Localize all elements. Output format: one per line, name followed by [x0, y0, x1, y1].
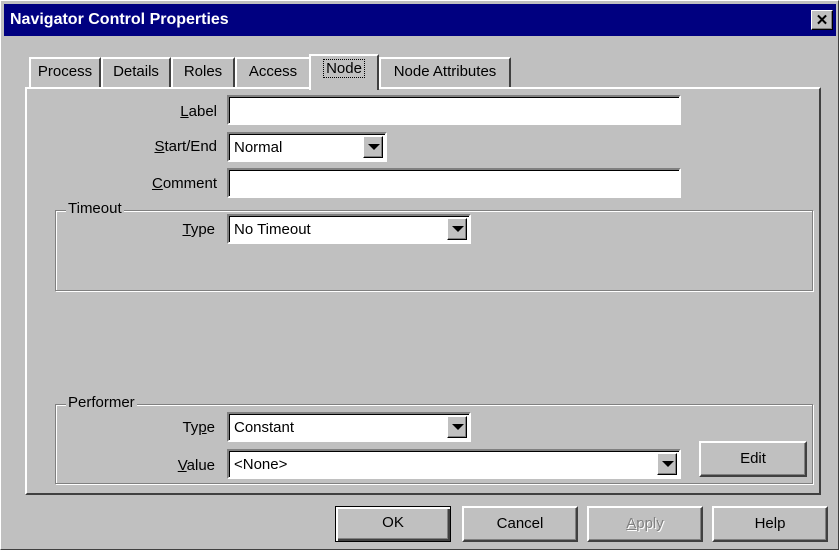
close-button[interactable]: ✕ — [811, 10, 833, 30]
performer-type-select[interactable]: Constant — [227, 412, 471, 442]
performer-type-label: Type — [182, 419, 215, 436]
tab-details[interactable]: Details — [101, 57, 171, 87]
cancel-button[interactable]: Cancel — [462, 506, 578, 542]
tab-roles[interactable]: Roles — [171, 57, 235, 87]
start-end-value: Normal — [234, 139, 283, 156]
label-input[interactable] — [227, 95, 681, 125]
apply-button[interactable]: Apply — [587, 506, 703, 542]
tab-process[interactable]: Process — [29, 57, 101, 87]
tab-node[interactable]: Node — [309, 54, 379, 90]
title-bar[interactable]: Navigator Control Properties ✕ — [4, 4, 836, 36]
performer-value-value: <None> — [234, 456, 288, 473]
comment-label: Comment — [151, 175, 217, 192]
help-button[interactable]: Help — [712, 506, 828, 542]
performer-value-label: Value — [177, 457, 215, 474]
timeout-type-label: Type — [182, 221, 215, 238]
start-end-label: Start/End — [154, 138, 217, 155]
tab-node-attributes[interactable]: Node Attributes — [379, 57, 511, 87]
performer-group-title: Performer — [66, 394, 137, 411]
ok-button[interactable]: OK — [335, 506, 451, 542]
chevron-down-icon[interactable] — [657, 453, 677, 475]
timeout-type-select[interactable]: No Timeout — [227, 214, 471, 244]
timeout-group-title: Timeout — [66, 200, 124, 217]
edit-button[interactable]: Edit — [699, 441, 807, 477]
start-end-select[interactable]: Normal — [227, 132, 387, 162]
chevron-down-icon[interactable] — [447, 218, 467, 240]
close-icon: ✕ — [815, 12, 829, 29]
performer-value-select[interactable]: <None> — [227, 449, 681, 479]
window-title: Navigator Control Properties — [10, 11, 229, 28]
tab-access[interactable]: Access — [235, 57, 311, 87]
chevron-down-icon[interactable] — [447, 416, 467, 438]
label-field-label: Label — [180, 103, 217, 120]
comment-input[interactable] — [227, 168, 681, 198]
properties-dialog: Navigator Control Properties ✕ Process D… — [0, 0, 839, 550]
timeout-type-value: No Timeout — [234, 221, 311, 238]
performer-type-value: Constant — [234, 419, 295, 436]
chevron-down-icon[interactable] — [363, 136, 383, 158]
